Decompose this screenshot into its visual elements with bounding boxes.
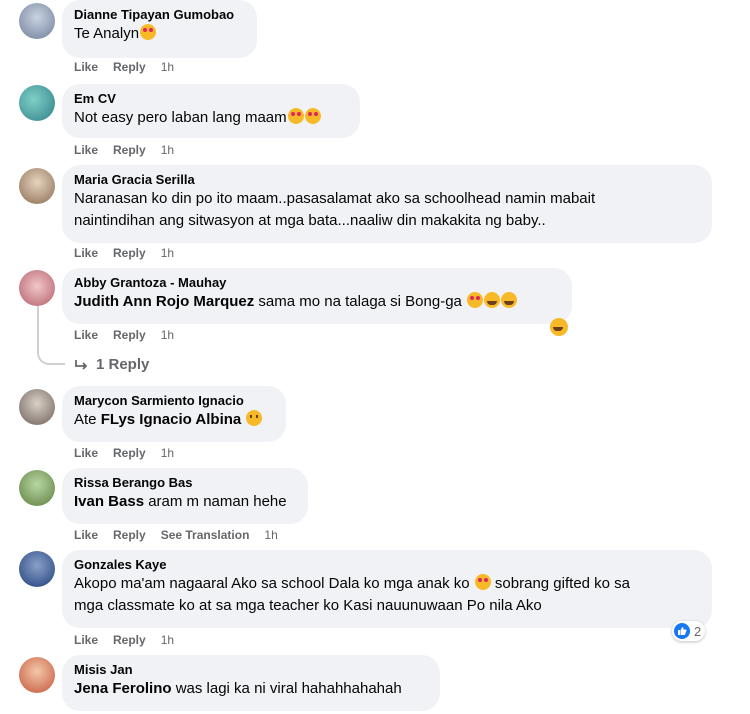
rofl-icon [484, 292, 501, 308]
thread-line [37, 306, 39, 346]
mention-link[interactable]: FLys Ignacio Albina [101, 411, 242, 428]
comment-body: Te Analyn [74, 25, 140, 42]
comment-author[interactable]: Marycon Sarmiento Ignacio [74, 393, 274, 409]
avatar[interactable] [19, 470, 55, 506]
comment-author[interactable]: Maria Gracia Serilla [74, 172, 700, 188]
avatar[interactable] [19, 85, 55, 121]
comment-author[interactable]: Abby Grantoza - Mauhay [74, 275, 560, 291]
like-button[interactable]: Like [74, 446, 98, 460]
like-button[interactable]: Like [74, 633, 98, 647]
comment-body: Akopo ma'am nagaaral Ako sa school Dala … [74, 575, 470, 592]
mention-link[interactable]: Ivan Bass [74, 493, 144, 510]
smiling-face-with-hearts-icon [140, 24, 157, 40]
reply-button[interactable]: Reply [113, 246, 146, 260]
grinning-face-icon [550, 318, 568, 336]
like-reaction-icon [674, 623, 690, 639]
timestamp[interactable]: 1h [161, 246, 174, 260]
comment-text-line: Naranasan ko din po ito maam..pasasalama… [74, 190, 596, 207]
like-button[interactable]: Like [74, 60, 98, 74]
pleading-face-icon [246, 410, 263, 426]
comment-bubble: Em CV Not easy pero laban lang maam [62, 84, 360, 138]
comment-actions: Like Reply 1h [74, 633, 189, 647]
comment-bubble: Maria Gracia Serilla Naranasan ko din po… [62, 165, 712, 243]
comment-text-line: Akopo ma'am nagaaral Ako sa school Dala … [74, 573, 700, 595]
comment-text: Te Analyn [74, 23, 245, 45]
avatar[interactable] [19, 551, 55, 587]
like-button[interactable]: Like [74, 328, 98, 342]
comment-body: aram m naman hehe [144, 493, 287, 510]
reply-button[interactable]: Reply [113, 143, 146, 157]
comment-bubble: Gonzales Kaye Akopo ma'am nagaaral Ako s… [62, 550, 712, 628]
comment-text: Ivan Bass aram m naman hehe [74, 491, 296, 513]
comment-bubble: Marycon Sarmiento Ignacio Ate FLys Ignac… [62, 386, 286, 442]
comment-actions: Like Reply 1h [74, 60, 189, 74]
smiling-face-with-hearts-icon [287, 108, 304, 124]
reply-arrow-icon [75, 359, 88, 370]
comment-body: sobrang gifted ko sa [490, 575, 631, 592]
timestamp[interactable]: 1h [161, 633, 174, 647]
comment-text: Not easy pero laban lang maam [74, 107, 348, 129]
like-button[interactable]: Like [74, 528, 98, 542]
comment-text: Ate FLys Ignacio Albina [74, 409, 274, 431]
comment-text: Jena Ferolino was lagi ka ni viral hahah… [74, 678, 428, 700]
comment-author[interactable]: Misis Jan [74, 662, 428, 678]
smiling-face-with-hearts-icon [304, 108, 321, 124]
avatar[interactable] [19, 270, 55, 306]
see-translation-button[interactable]: See Translation [161, 528, 250, 542]
reply-button[interactable]: Reply [113, 528, 146, 542]
reply-button[interactable]: Reply [113, 633, 146, 647]
rofl-icon [501, 292, 518, 308]
avatar[interactable] [19, 389, 55, 425]
comment-author[interactable]: Rissa Berango Bas [74, 475, 296, 491]
comment-bubble: Dianne Tipayan Gumobao Te Analyn [62, 0, 257, 58]
timestamp[interactable]: 1h [161, 143, 174, 157]
like-button[interactable]: Like [74, 246, 98, 260]
comment-bubble: Rissa Berango Bas Ivan Bass aram m naman… [62, 468, 308, 524]
comment-text-line: naintindihan ang sitwasyon at mga bata..… [74, 212, 546, 229]
smiling-face-with-hearts-icon [474, 574, 491, 590]
comment-author[interactable]: Dianne Tipayan Gumobao [74, 7, 245, 23]
reaction-count-pill[interactable]: 2 [672, 621, 706, 641]
comment-actions: Like Reply 1h [74, 328, 189, 342]
comment-author[interactable]: Em CV [74, 91, 348, 107]
comment-body: Ate [74, 411, 101, 428]
comment-author[interactable]: Gonzales Kaye [74, 557, 700, 573]
reply-button[interactable]: Reply [113, 60, 146, 74]
avatar[interactable] [19, 657, 55, 693]
reply-button[interactable]: Reply [113, 446, 146, 460]
heart-eyes-icon [467, 292, 484, 308]
timestamp[interactable]: 1h [161, 60, 174, 74]
avatar[interactable] [19, 3, 55, 39]
comment-actions: Like Reply 1h [74, 246, 189, 260]
reaction-count: 2 [694, 623, 702, 639]
like-button[interactable]: Like [74, 143, 98, 157]
comment-text-line: mga classmate ko at sa mga teacher ko Ka… [74, 597, 542, 614]
comment-actions: Like Reply See Translation 1h [74, 528, 293, 542]
timestamp[interactable]: 1h [264, 528, 277, 542]
timestamp[interactable]: 1h [161, 446, 174, 460]
comment-body: was lagi ka ni viral hahahhahahah [171, 680, 402, 697]
view-replies-link[interactable]: 1 Reply [74, 356, 149, 373]
comment-body: sama mo na talaga si Bong-ga [254, 293, 462, 310]
reply-button[interactable]: Reply [113, 328, 146, 342]
mention-link[interactable]: Judith Ann Rojo Marquez [74, 293, 254, 310]
comment-text: Judith Ann Rojo Marquez sama mo na talag… [74, 291, 560, 313]
comment-bubble: Misis Jan Jena Ferolino was lagi ka ni v… [62, 655, 440, 711]
comment-actions: Like Reply 1h [74, 446, 189, 460]
thread-connector [37, 345, 65, 365]
mention-link[interactable]: Jena Ferolino [74, 680, 172, 697]
comment-body: Not easy pero laban lang maam [74, 109, 287, 126]
comment-actions: Like Reply 1h [74, 143, 189, 157]
avatar[interactable] [19, 168, 55, 204]
timestamp[interactable]: 1h [161, 328, 174, 342]
replies-count: 1 Reply [96, 356, 150, 373]
comment-bubble: Abby Grantoza - Mauhay Judith Ann Rojo M… [62, 268, 572, 324]
